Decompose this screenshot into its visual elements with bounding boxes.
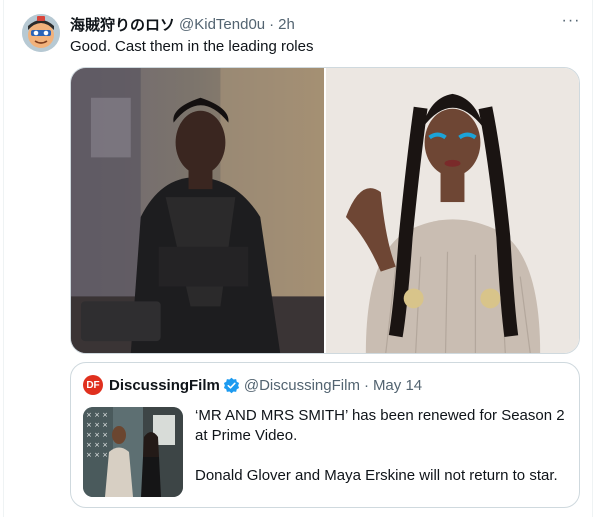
- quoted-text-paragraph-2: Donald Glover and Maya Erskine will not …: [195, 467, 558, 484]
- svg-text:× × ×: × × ×: [86, 451, 108, 459]
- media-photo-2[interactable]: [325, 68, 579, 353]
- quoted-text-paragraph-1: ‘MR AND MRS SMITH’ has been renewed for …: [195, 407, 565, 444]
- more-options-icon[interactable]: ···: [560, 13, 582, 34]
- tweet-timestamp[interactable]: 2h: [278, 16, 295, 33]
- separator-dot: ·: [363, 376, 369, 394]
- media-photo-1[interactable]: [71, 68, 324, 353]
- verified-badge-icon: [223, 377, 239, 393]
- tweet-media-grid: [70, 67, 580, 354]
- quoted-account-name[interactable]: DiscussingFilm: [109, 377, 220, 394]
- photo-woman-braids: [325, 68, 579, 353]
- thumbnail-couple-photo: × × × × × × × × × × × × × × ×: [83, 407, 183, 497]
- tweet-text: Good. Cast them in the leading roles: [70, 38, 314, 55]
- tweet-header: 海賊狩りのロソ @KidTend0u · 2h: [70, 14, 295, 34]
- quoted-account-handle[interactable]: @DiscussingFilm: [244, 377, 360, 394]
- svg-text:× × ×: × × ×: [86, 441, 108, 449]
- quoted-tweet[interactable]: DF DiscussingFilm @DiscussingFilm · May …: [70, 362, 580, 508]
- author-avatar[interactable]: [22, 14, 60, 52]
- tweet-card[interactable]: 海賊狩りのロソ @KidTend0u · 2h ··· Good. Cast t…: [3, 0, 593, 517]
- separator-dot: ·: [269, 15, 275, 33]
- author-name[interactable]: 海賊狩りのロソ: [70, 14, 175, 35]
- quoted-tweet-date[interactable]: May 14: [373, 377, 422, 394]
- svg-text:× × ×: × × ×: [86, 431, 108, 439]
- quoted-tweet-header: DF DiscussingFilm @DiscussingFilm · May …: [83, 375, 422, 395]
- author-handle[interactable]: @KidTend0u: [179, 16, 265, 33]
- quoted-tweet-text: ‘MR AND MRS SMITH’ has been renewed for …: [195, 406, 570, 486]
- svg-text:× × ×: × × ×: [86, 411, 108, 419]
- svg-text:× × ×: × × ×: [86, 421, 108, 429]
- discussingfilm-logo[interactable]: DF: [83, 375, 103, 395]
- cartoon-face-icon: [22, 14, 60, 52]
- quoted-tweet-thumbnail[interactable]: × × × × × × × × × × × × × × ×: [83, 407, 183, 497]
- photo-woman-tactical-gear: [71, 68, 324, 353]
